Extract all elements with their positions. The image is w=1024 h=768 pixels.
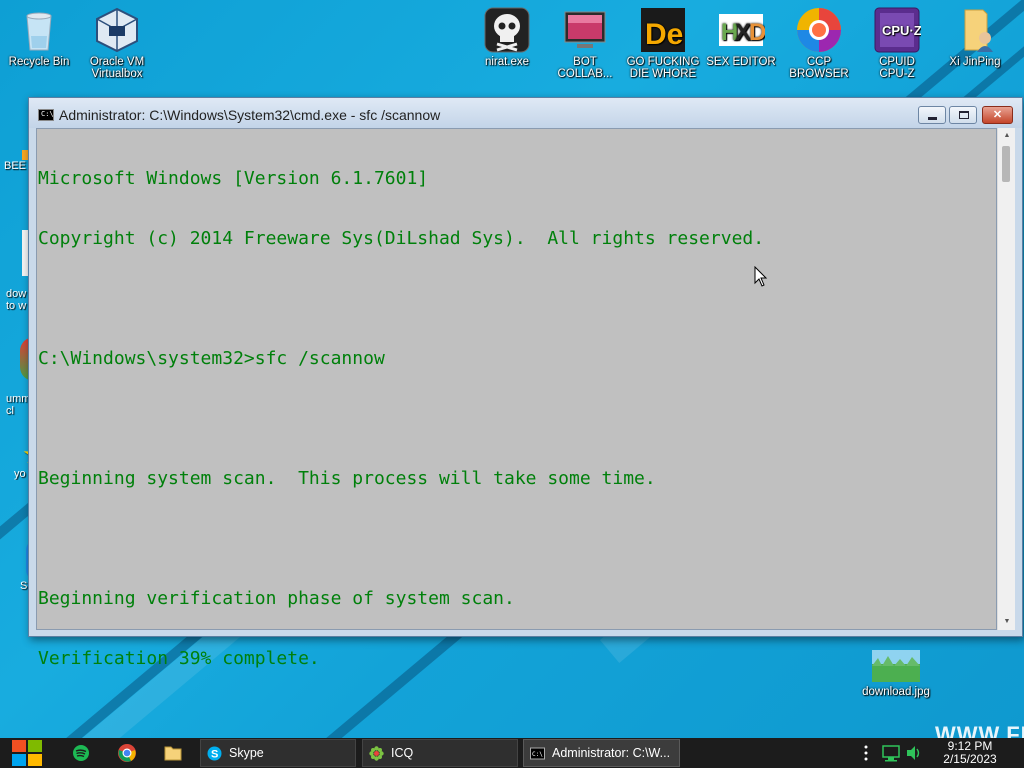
scroll-down-icon[interactable]: ▼ — [998, 614, 1016, 630]
desktop-icon-label: dow to w — [6, 288, 27, 312]
desktop-icon-xi-jinping[interactable]: Xi JinPing — [936, 6, 1014, 68]
pinned-app-file-explorer[interactable] — [162, 742, 184, 764]
mouse-cursor-icon — [754, 266, 768, 287]
desktop-icon-label: S — [20, 580, 28, 592]
cmd-icon: C:\ — [38, 109, 54, 121]
folder-user-icon — [951, 6, 999, 54]
desktop-icon-cpuz[interactable]: CPU·Z CPUID CPU-Z — [858, 6, 936, 80]
svg-text:D: D — [749, 19, 765, 46]
scrollbar-thumb[interactable] — [1002, 146, 1010, 182]
minimize-button[interactable] — [918, 106, 946, 124]
cpuz-icon: CPU·Z — [873, 6, 922, 54]
spotify-icon — [73, 745, 89, 761]
close-icon: ✕ — [992, 109, 1003, 121]
console-output[interactable]: Microsoft Windows [Version 6.1.7601] Cop… — [36, 128, 997, 669]
browser-icon — [795, 6, 843, 54]
clock-date: 2/15/2023 — [943, 752, 997, 766]
desktop-icon-label: CCP BROWSER — [789, 56, 849, 80]
maximize-icon — [959, 111, 969, 119]
desktop-icon-label: CPUID CPU-Z — [879, 56, 915, 80]
skype-icon: S — [207, 746, 222, 761]
system-tray — [860, 738, 930, 768]
overflow-menu-icon[interactable] — [864, 745, 868, 761]
volume-icon[interactable] — [907, 746, 920, 760]
desktop-icon-label: Oracle VM Virtualbox — [89, 56, 145, 80]
skull-icon — [483, 6, 531, 54]
icq-icon — [369, 746, 384, 761]
console-line: Verification 39% complete. — [38, 648, 320, 669]
cmd-icon: C:\ — [530, 747, 545, 760]
console-line: C:\Windows\system32>sfc /scannow — [38, 348, 385, 369]
desktop-icon-label: yo — [14, 468, 26, 480]
desktop-icon-label: SEX EDITOR — [706, 56, 776, 68]
console-line: Microsoft Windows [Version 6.1.7601] — [38, 168, 429, 189]
desktop-icon-hex-editor[interactable]: H X D SEX EDITOR — [702, 6, 780, 68]
desktop-icon-ccp-browser[interactable]: CCP BROWSER — [780, 6, 858, 80]
virtualbox-icon — [93, 6, 141, 54]
monitor-icon — [561, 6, 609, 54]
taskbar-item-label: Skype — [229, 746, 264, 760]
svg-text:C:\: C:\ — [532, 751, 543, 758]
console-line: Beginning verification phase of system s… — [38, 588, 515, 609]
minimize-icon — [928, 117, 937, 120]
taskbar-item-cmd[interactable]: C:\ Administrator: C:\W... — [523, 739, 680, 767]
desktop-icon-recycle-bin[interactable]: Recycle Bin — [0, 6, 78, 68]
maximize-button[interactable] — [949, 106, 977, 124]
vertical-scrollbar[interactable]: ▲ ▼ — [997, 128, 1015, 630]
svg-text:De: De — [645, 18, 683, 51]
desktop-icon-label: GO FUCKING DIE WHORE — [626, 56, 700, 80]
pinned-app-chrome[interactable] — [116, 742, 138, 764]
taskbar-item-skype[interactable]: S Skype — [200, 739, 356, 767]
folder-icon — [164, 746, 182, 761]
taskbar-item-label: Administrator: C:\W... — [552, 746, 671, 760]
close-button[interactable]: ✕ — [982, 106, 1013, 124]
desktop-icon-label: Recycle Bin — [8, 56, 70, 68]
svg-text:CPU·Z: CPU·Z — [882, 23, 921, 38]
desktop-icon-label: Xi JinPing — [949, 56, 1001, 68]
console-line: Beginning system scan. This process will… — [38, 468, 656, 489]
console-line: Copyright (c) 2014 Freeware Sys(DiLshad … — [38, 228, 765, 249]
network-icon[interactable] — [882, 745, 900, 762]
scroll-up-icon[interactable]: ▲ — [998, 128, 1016, 144]
cmd-window[interactable]: C:\ Administrator: C:\Windows\System32\c… — [28, 97, 1023, 669]
desktop-icon-label: umm cl — [6, 393, 31, 417]
window-titlebar[interactable]: C:\ Administrator: C:\Windows\System32\c… — [29, 98, 1022, 128]
windows-logo-icon — [12, 740, 42, 766]
desktop-icon-label: BEE — [4, 160, 27, 172]
taskbar-item-icq[interactable]: ICQ — [362, 739, 518, 767]
desktop-icon-label: BOT COLLAB... — [557, 56, 613, 80]
die-icon: De — [639, 6, 687, 54]
desktop-icon-label: nirat.exe — [484, 56, 530, 68]
chrome-icon — [118, 744, 136, 762]
desktop-icon-nirat[interactable]: nirat.exe — [468, 6, 546, 68]
clock[interactable]: 9:12 PM 2/15/2023 — [935, 740, 1005, 766]
hxd-icon: H X D — [717, 6, 766, 54]
taskbar: S Skype ICQ C:\ Administrator: C:\W... 9… — [0, 738, 1024, 768]
desktop-icon-die[interactable]: De GO FUCKING DIE WHORE — [624, 6, 702, 80]
desktop-icon-virtualbox[interactable]: Oracle VM Virtualbox — [78, 6, 156, 80]
desktop-icon-bot-collab[interactable]: BOT COLLAB... — [546, 6, 624, 80]
window-title: Administrator: C:\Windows\System32\cmd.e… — [59, 107, 441, 123]
start-button[interactable] — [10, 738, 44, 768]
taskbar-item-label: ICQ — [391, 746, 414, 760]
pinned-app-spotify[interactable] — [70, 742, 92, 764]
recycle-bin-icon — [15, 6, 63, 54]
svg-text:S: S — [211, 749, 218, 761]
